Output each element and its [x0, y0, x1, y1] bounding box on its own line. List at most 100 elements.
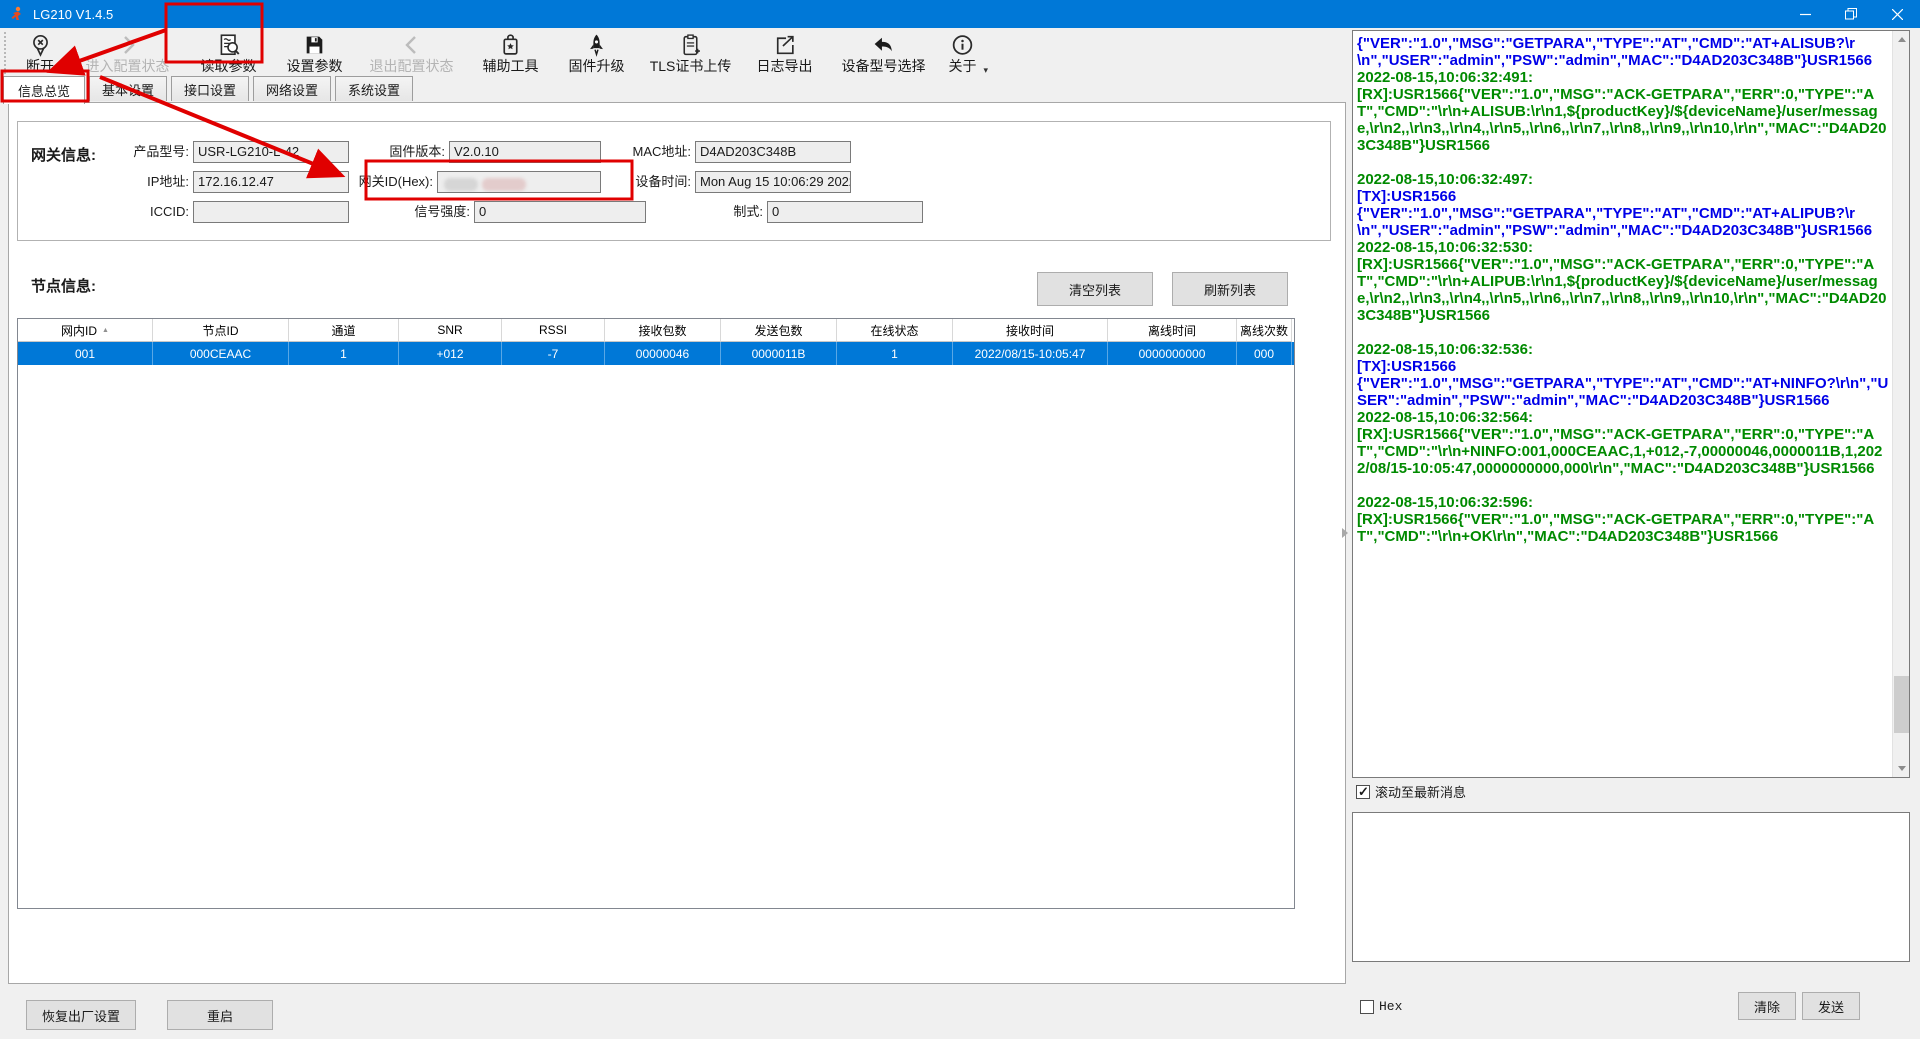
aux-tools-button[interactable]: 辅助工具: [468, 28, 554, 76]
col-header-online-status[interactable]: 在线状态: [837, 319, 953, 342]
send-input[interactable]: [1352, 812, 1910, 962]
certificate-upload-icon: [678, 31, 703, 58]
info-icon: [950, 31, 975, 58]
scroll-to-latest-row: 滚动至最新消息: [1356, 782, 1466, 801]
col-header-net-id[interactable]: 网内ID▲: [18, 319, 153, 342]
sort-asc-icon: ▲: [102, 327, 109, 334]
log-line: [RX]:USR1566{"VER":"1.0","MSG":"ACK-GETP…: [1357, 426, 1889, 477]
about-dropdown-icon[interactable]: ▾: [984, 65, 989, 76]
col-header-node-id[interactable]: 节点ID: [153, 319, 289, 342]
col-header-rx-packets[interactable]: 接收包数: [605, 319, 721, 342]
log-line: {"VER":"1.0","MSG":"GETPARA","TYPE":"AT"…: [1357, 35, 1889, 69]
col-header-offline-count[interactable]: 离线次数: [1237, 319, 1292, 342]
log-line: [TX]:USR1566: [1357, 358, 1889, 375]
mac-address-field[interactable]: D4AD203C348B: [695, 141, 851, 163]
about-button[interactable]: 关于: [940, 28, 986, 76]
col-header-snr[interactable]: SNR: [399, 319, 502, 342]
col-header-rssi[interactable]: RSSI: [502, 319, 605, 342]
read-params-button[interactable]: 读取参数: [184, 28, 274, 76]
chevron-right-icon: [116, 31, 140, 58]
redacted-value: [482, 178, 526, 191]
clear-list-button[interactable]: 清空列表: [1037, 272, 1153, 306]
disconnect-label: 断开: [26, 58, 54, 74]
enter-config-label: 进入配置状态: [86, 58, 170, 74]
toolbar-grip[interactable]: [4, 32, 9, 74]
read-params-icon: [216, 31, 242, 58]
splitter-collapse-icon[interactable]: [1342, 528, 1348, 538]
scroll-up-icon[interactable]: [1893, 31, 1910, 48]
log-scrollbar[interactable]: [1892, 31, 1909, 777]
close-button[interactable]: [1874, 0, 1920, 28]
log-line: [RX]:USR1566{"VER":"1.0","MSG":"ACK-GETP…: [1357, 511, 1889, 545]
mac-address-label: MAC地址:: [575, 141, 691, 163]
info-overview-page: 网关信息: 产品型号: USR-LG210-L-42 固件版本: V2.0.10…: [8, 102, 1346, 984]
save-icon: [302, 31, 327, 58]
disconnect-button[interactable]: 断开: [11, 28, 69, 76]
back-arrow-icon: [871, 31, 896, 58]
tls-cert-upload-button[interactable]: TLS证书上传: [640, 28, 742, 76]
device-time-field[interactable]: Mon Aug 15 10:06:29 2022: [695, 171, 851, 193]
log-export-button[interactable]: 日志导出: [742, 28, 828, 76]
node-table-row-selected[interactable]: 001 000CEAAC 1 +012 -7 00000046 0000011B…: [18, 342, 1294, 365]
tab-network-settings[interactable]: 网络设置: [253, 76, 331, 101]
log-output-box[interactable]: {"VER":"1.0","MSG":"GETPARA","TYPE":"AT"…: [1352, 30, 1910, 778]
firmware-upgrade-button[interactable]: 固件升级: [554, 28, 640, 76]
refresh-list-button[interactable]: 刷新列表: [1172, 272, 1288, 306]
exit-config-label: 退出配置状态: [370, 58, 454, 74]
tab-system-settings[interactable]: 系统设置: [335, 76, 413, 101]
hex-label: Hex: [1379, 999, 1402, 1014]
log-line: [RX]:USR1566{"VER":"1.0","MSG":"ACK-GETP…: [1357, 256, 1889, 324]
col-header-tx-packets[interactable]: 发送包数: [721, 319, 837, 342]
cell-rx-packets: 00000046: [605, 342, 721, 365]
cell-rssi: -7: [502, 342, 605, 365]
log-line: {"VER":"1.0","MSG":"GETPARA","TYPE":"AT"…: [1357, 205, 1889, 239]
firmware-version-label: 固件版本:: [329, 141, 445, 163]
product-model-label: 产品型号:: [73, 141, 189, 163]
log-line: [1357, 154, 1889, 171]
cell-online-status: 1: [837, 342, 953, 365]
minimize-button[interactable]: [1782, 0, 1828, 28]
signal-strength-field[interactable]: 0: [474, 201, 646, 223]
log-line: 2022-08-15,10:06:32:536:: [1357, 341, 1889, 358]
signal-strength-label: 信号强度:: [354, 201, 470, 223]
set-params-button[interactable]: 设置参数: [274, 28, 356, 76]
iccid-label: ICCID:: [73, 201, 189, 223]
log-line: [RX]:USR1566{"VER":"1.0","MSG":"ACK-GETP…: [1357, 86, 1889, 154]
col-header-rx-time[interactable]: 接收时间: [953, 319, 1108, 342]
clear-log-button[interactable]: 清除: [1738, 992, 1796, 1020]
tab-info-overview[interactable]: 信息总览: [3, 76, 85, 104]
iccid-field[interactable]: [193, 201, 349, 223]
scrollbar-thumb[interactable]: [1894, 676, 1909, 733]
scroll-to-latest-checkbox[interactable]: [1356, 785, 1370, 799]
cell-rx-time: 2022/08/15-10:05:47: [953, 342, 1108, 365]
node-table: 网内ID▲ 节点ID 通道 SNR RSSI 接收包数 发送包数 在线状态 接收…: [17, 318, 1295, 909]
cell-offline-count: 000: [1237, 342, 1292, 365]
tab-basic-settings[interactable]: 基本设置: [89, 76, 167, 101]
device-model-select-button[interactable]: 设备型号选择: [828, 28, 940, 76]
cell-snr: +012: [399, 342, 502, 365]
log-line: [TX]:USR1566: [1357, 188, 1889, 205]
ip-address-label: IP地址:: [73, 171, 189, 193]
scroll-down-icon[interactable]: [1893, 760, 1910, 777]
tab-interface-settings[interactable]: 接口设置: [171, 76, 249, 101]
send-button[interactable]: 发送: [1802, 992, 1860, 1020]
restore-button[interactable]: [1828, 0, 1874, 28]
log-line: 2022-08-15,10:06:32:596:: [1357, 494, 1889, 511]
cell-channel: 1: [289, 342, 399, 365]
toolbar: 断开 ▾ 进入配置状态 读取参数 设置参数 退出配置状态 辅助工具: [0, 28, 1350, 76]
product-model-field[interactable]: USR-LG210-L-42: [193, 141, 349, 163]
reboot-button[interactable]: 重启: [167, 1000, 273, 1030]
aux-tools-label: 辅助工具: [483, 58, 539, 74]
title-bar: LG210 V1.4.5: [0, 0, 1920, 28]
log-line: 2022-08-15,10:06:32:491:: [1357, 69, 1889, 86]
enter-config-button[interactable]: 进入配置状态: [72, 28, 184, 76]
disconnect-pin-icon: [28, 31, 53, 58]
factory-reset-button[interactable]: 恢复出厂设置: [26, 1000, 136, 1030]
log-line: [1357, 324, 1889, 341]
exit-config-button[interactable]: 退出配置状态: [356, 28, 468, 76]
network-standard-field[interactable]: 0: [767, 201, 923, 223]
col-header-channel[interactable]: 通道: [289, 319, 399, 342]
col-header-offline-time[interactable]: 离线时间: [1108, 319, 1237, 342]
device-time-label: 设备时间:: [575, 171, 691, 193]
hex-checkbox[interactable]: [1360, 1000, 1374, 1014]
